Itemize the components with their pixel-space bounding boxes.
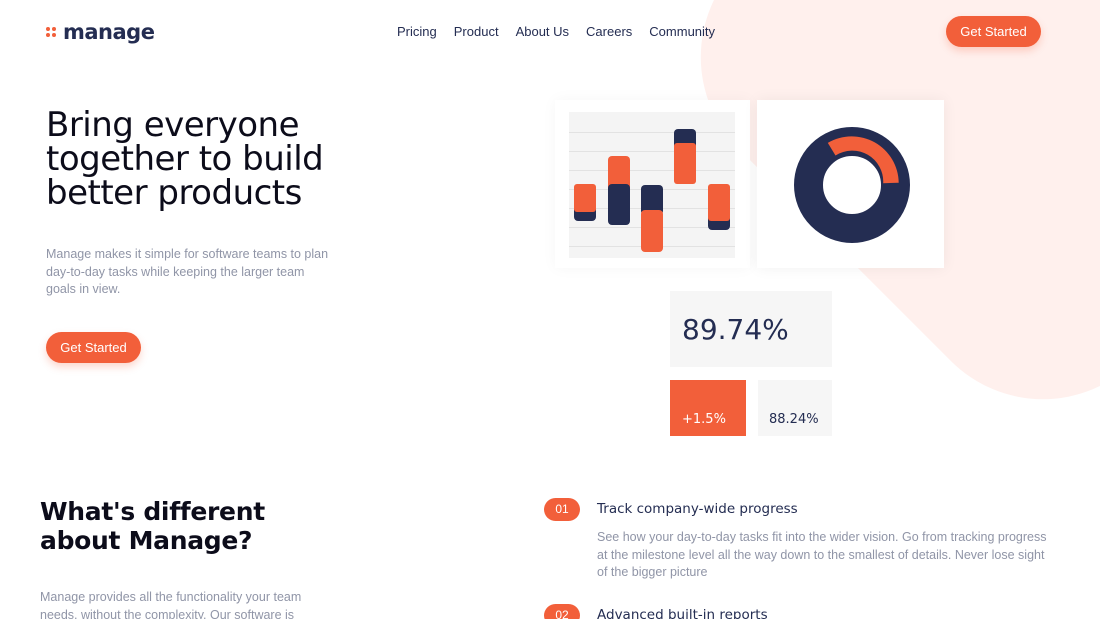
hero-get-started-button[interactable]: Get Started [46, 332, 141, 363]
bar-chart-card [555, 100, 750, 268]
nav-product[interactable]: Product [454, 24, 499, 39]
feature-description: See how your day-to-day tasks fit into t… [597, 530, 1047, 579]
bar-3-orange [641, 210, 663, 252]
stat-change-value: +1.5% [682, 412, 726, 427]
feature-number-badge: 01 [544, 497, 580, 521]
header-get-started-button[interactable]: Get Started [946, 16, 1041, 47]
feature-title: Advanced built-in reports [597, 607, 768, 619]
stat-main-card: 89.74% [670, 291, 832, 367]
logo-text: manage [63, 20, 155, 44]
bar-chart-illustration [569, 112, 735, 258]
stat-secondary-value: 88.24% [769, 412, 819, 427]
feature-number-badge: 02 [544, 603, 580, 619]
nav-community[interactable]: Community [649, 24, 715, 39]
bar-4-orange [674, 143, 696, 184]
nav-pricing[interactable]: Pricing [397, 24, 437, 39]
main-nav: Pricing Product About Us Careers Communi… [397, 24, 732, 39]
stat-change-card: +1.5% [670, 380, 746, 436]
nav-about-us[interactable]: About Us [516, 24, 569, 39]
donut-chart-card [757, 100, 944, 268]
bar-chart-bars [574, 129, 730, 252]
nav-careers[interactable]: Careers [586, 24, 632, 39]
stat-secondary-card: 88.24% [758, 380, 832, 436]
logo[interactable]: manage [46, 20, 155, 44]
section-title: What's different about Manage? [40, 497, 265, 555]
section-description: Manage provides all the functionality yo… [40, 590, 302, 619]
bar-1-orange [574, 184, 596, 212]
bar-5-orange [708, 184, 730, 221]
feature-item: 02 Advanced built-in reports [544, 603, 1054, 619]
hero-title: Bring everyone together to build better … [46, 105, 324, 213]
donut-chart-illustration [794, 127, 910, 243]
hero-description: Manage makes it simple for software team… [46, 247, 329, 296]
logo-dots-icon [46, 27, 56, 37]
stat-main-value: 89.74% [682, 312, 789, 346]
feature-title: Track company-wide progress [597, 501, 798, 517]
bar-2-navy [608, 184, 630, 225]
feature-item: 01 Track company-wide progress See how y… [544, 497, 1054, 582]
